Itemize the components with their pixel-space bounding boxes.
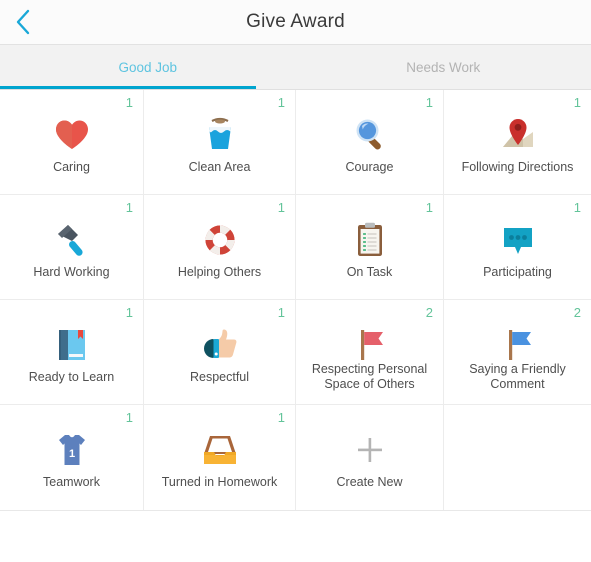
heart-icon xyxy=(0,112,143,158)
jersey-icon: 1 xyxy=(0,427,143,473)
award-label: Saying a Friendly Comment xyxy=(469,362,566,391)
award-cell[interactable]: 1 Helping Others xyxy=(144,195,296,300)
tab-needs-work-label: Needs Work xyxy=(406,59,481,75)
back-button[interactable] xyxy=(0,0,46,44)
award-label: Teamwork xyxy=(43,475,100,489)
award-label: Helping Others xyxy=(177,265,262,279)
svg-text:1: 1 xyxy=(68,448,74,460)
magnifier-icon xyxy=(296,112,443,158)
award-label: Hard Working xyxy=(33,265,110,279)
award-cell[interactable]: 1 Respectful xyxy=(144,300,296,405)
book-icon xyxy=(0,322,143,368)
chevron-left-icon xyxy=(15,9,31,35)
award-cell[interactable]: 1 Turned in Homework xyxy=(144,405,296,510)
award-cell[interactable]: 1 Courage xyxy=(296,90,444,195)
inbox-tray-icon xyxy=(144,427,295,473)
award-count-badge: 1 xyxy=(125,200,133,215)
award-cell-empty xyxy=(444,405,591,510)
award-label: Respecting Personal Space of Others xyxy=(311,362,428,391)
award-label: Following Directions xyxy=(461,160,574,174)
award-count-badge: 1 xyxy=(425,200,433,215)
award-cell[interactable]: 1 Caring xyxy=(0,90,144,195)
award-label: Ready to Learn xyxy=(28,370,115,384)
tab-needs-work[interactable]: Needs Work xyxy=(296,45,591,89)
award-count-badge: 1 xyxy=(125,95,133,110)
award-cell[interactable]: 2 Respecting Personal Space of Others xyxy=(296,300,444,405)
app-header: Give Award xyxy=(0,0,591,45)
award-label: Clean Area xyxy=(188,160,251,174)
award-count-badge: 1 xyxy=(277,305,285,320)
tab-good-job-label: Good Job xyxy=(118,59,178,75)
award-count-badge: 2 xyxy=(425,305,433,320)
tab-bar: Good Job Needs Work xyxy=(0,45,591,90)
award-cell[interactable]: 1 Ready to Learn xyxy=(0,300,144,405)
award-count-badge: 1 xyxy=(125,305,133,320)
award-count-badge: 1 xyxy=(573,200,581,215)
plus-icon xyxy=(296,427,443,473)
award-cell[interactable]: Create New xyxy=(296,405,444,510)
award-grid: 1 Caring 1 Clean Area 1 Courage 1 Following Dir… xyxy=(0,90,591,511)
clipboard-icon xyxy=(296,217,443,263)
award-cell[interactable]: 1 Participating xyxy=(444,195,591,300)
award-label: Courage xyxy=(345,160,394,174)
award-count-badge: 1 xyxy=(125,410,133,425)
award-cell[interactable]: 1 Hard Working xyxy=(0,195,144,300)
award-count-badge: 1 xyxy=(277,410,285,425)
map-pin-icon xyxy=(444,112,591,158)
speech-bubble-icon xyxy=(444,217,591,263)
award-count-badge: 1 xyxy=(277,95,285,110)
life-ring-icon xyxy=(144,217,295,263)
award-label: Caring xyxy=(53,160,90,174)
active-tab-indicator xyxy=(0,86,256,89)
award-label: On Task xyxy=(346,265,393,279)
award-label: Create New xyxy=(336,475,403,489)
award-cell[interactable]: 2 Saying a Friendly Comment xyxy=(444,300,591,405)
award-count-badge: 1 xyxy=(277,200,285,215)
award-count-badge: 1 xyxy=(425,95,433,110)
thumbs-up-icon xyxy=(144,322,295,368)
award-label: Participating xyxy=(483,265,552,279)
tab-good-job[interactable]: Good Job xyxy=(0,45,296,89)
page-title: Give Award xyxy=(246,11,345,32)
award-cell[interactable]: 1 On Task xyxy=(296,195,444,300)
award-count-badge: 1 xyxy=(573,95,581,110)
award-cell[interactable]: 1 1 Teamwork xyxy=(0,405,144,510)
award-label: Turned in Homework xyxy=(161,475,278,489)
award-cell[interactable]: 1 Clean Area xyxy=(144,90,296,195)
award-count-badge: 2 xyxy=(573,305,581,320)
award-label: Respectful xyxy=(189,370,250,384)
hammer-icon xyxy=(0,217,143,263)
award-cell[interactable]: 1 Following Directions xyxy=(444,90,591,195)
bucket-icon xyxy=(144,112,295,158)
